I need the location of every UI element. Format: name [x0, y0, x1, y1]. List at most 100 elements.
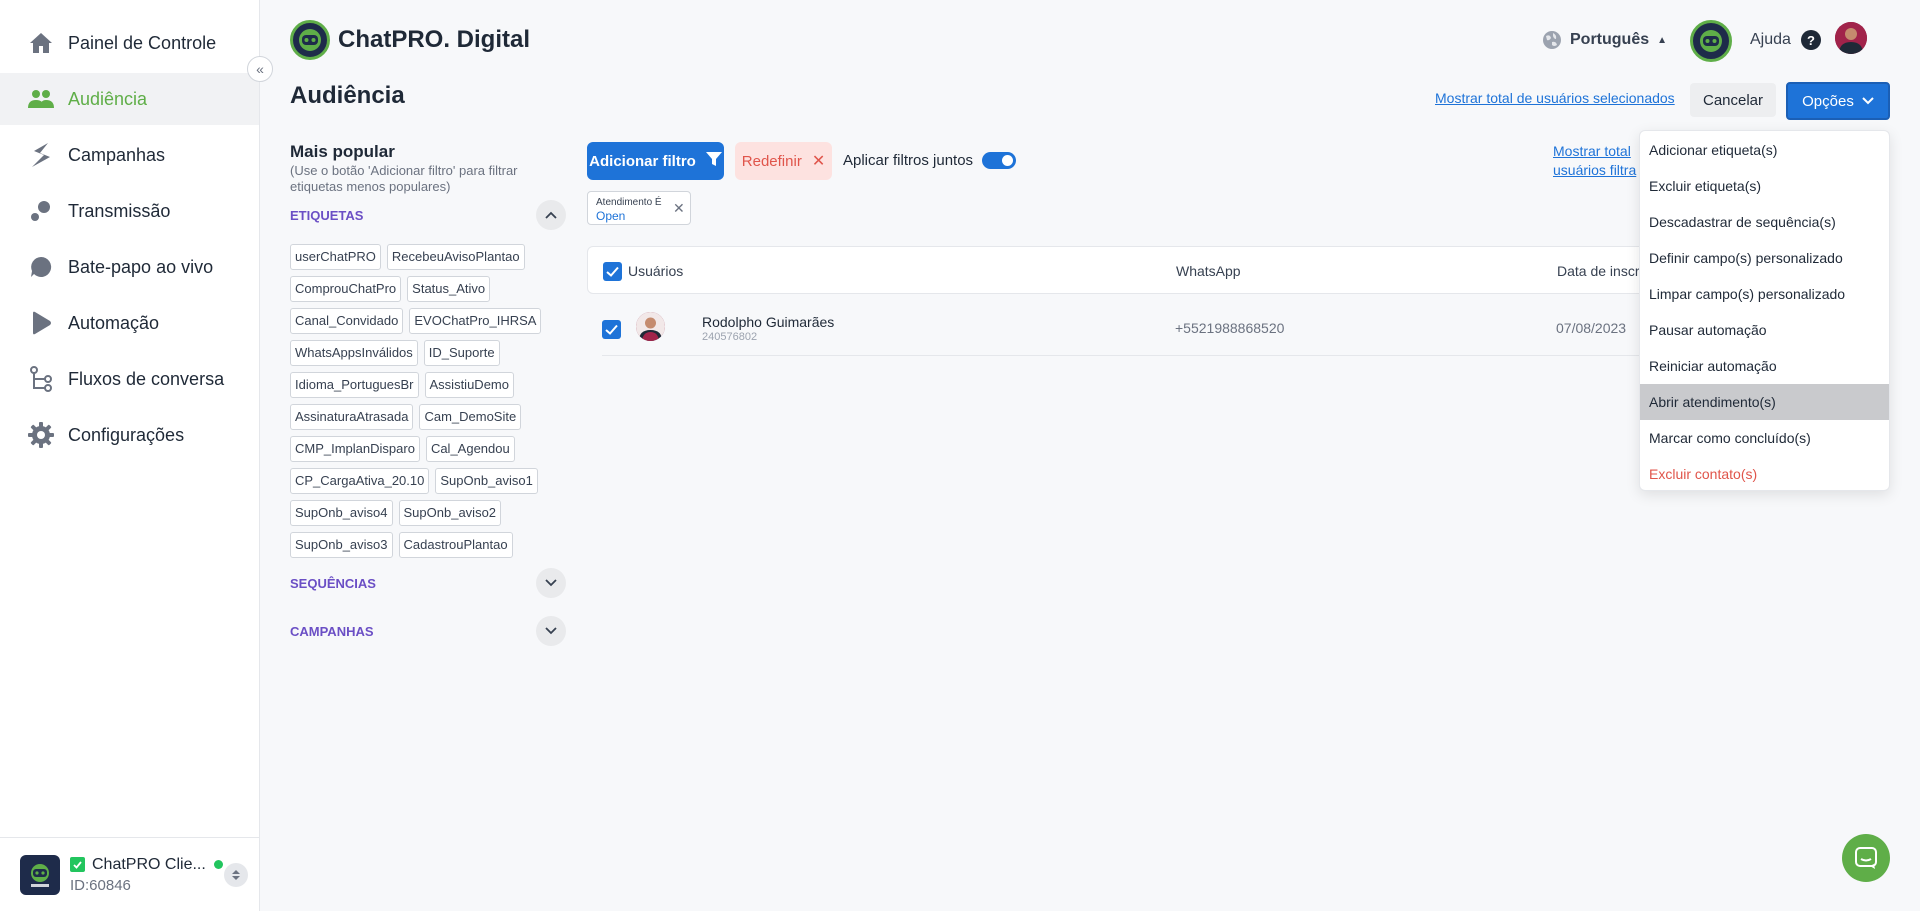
- filter-chip-label: Atendimento É: [596, 197, 662, 208]
- menu-item-add-tags[interactable]: Adicionar etiqueta(s): [1640, 132, 1889, 168]
- sidebar-item-label: Campanhas: [68, 144, 166, 165]
- sidebar-item-broadcast[interactable]: Transmissão: [0, 185, 259, 237]
- tag-chip[interactable]: EVOChatPro_IHRSA: [409, 308, 542, 334]
- tag-chip[interactable]: CP_CargaAtiva_20.10: [290, 468, 430, 494]
- campaigns-icon: [28, 142, 54, 168]
- show-selected-total-link[interactable]: Mostrar total de usuários selecionados: [1435, 90, 1675, 106]
- sidebar-item-flows[interactable]: Fluxos de conversa: [0, 353, 259, 405]
- tag-chip[interactable]: SupOnb_aviso4: [290, 500, 393, 526]
- chevron-down-icon: [1862, 94, 1874, 108]
- sidebar-item-audience[interactable]: Audiência: [0, 73, 259, 125]
- tag-chip[interactable]: ID_Suporte: [423, 340, 500, 366]
- tag-chip[interactable]: Cam_DemoSite: [419, 404, 522, 430]
- bot-avatar[interactable]: [1690, 20, 1732, 62]
- flow-icon: [28, 366, 54, 392]
- popular-title: Mais popular: [290, 142, 395, 161]
- collapse-sidebar-button[interactable]: «: [247, 56, 273, 82]
- row-user-id: 240576802: [702, 331, 758, 343]
- chevron-down-icon[interactable]: [536, 616, 566, 646]
- apply-together-toggle[interactable]: [982, 152, 1016, 169]
- tag-chip[interactable]: SupOnb_aviso1: [435, 468, 538, 494]
- sidebar: Painel de Controle Audiência Campanhas T…: [0, 0, 260, 911]
- sidebar-item-label: Audiência: [68, 88, 148, 109]
- tag-chip[interactable]: RecebeuAvisoPlantao: [386, 244, 525, 270]
- sidebar-item-label: Fluxos de conversa: [68, 368, 225, 389]
- users-icon: [28, 86, 54, 112]
- funnel-icon: [705, 151, 722, 171]
- tag-chip[interactable]: Idioma_PortuguesBr: [290, 372, 419, 398]
- remove-filter-icon[interactable]: ✕: [673, 200, 685, 217]
- broadcast-icon: [28, 198, 54, 224]
- tag-chip[interactable]: AssistiuDemo: [424, 372, 514, 398]
- menu-item-set-custom-field[interactable]: Definir campo(s) personalizado: [1640, 240, 1889, 276]
- options-button[interactable]: Opções: [1786, 82, 1890, 120]
- tag-chip[interactable]: WhatsAppsInválidos: [290, 340, 418, 366]
- switch-account-icon[interactable]: [224, 863, 248, 887]
- page-title: Audiência: [290, 82, 405, 109]
- brand-name: ChatPRO. Digital: [338, 26, 531, 53]
- account-logo: [20, 854, 60, 895]
- cancel-button[interactable]: Cancelar: [1690, 83, 1776, 117]
- tag-chip[interactable]: CMP_ImplanDisparo: [290, 436, 420, 462]
- avatar: [636, 312, 665, 341]
- tag-chip[interactable]: CadastrouPlantao: [398, 532, 513, 558]
- tag-chip[interactable]: Cal_Agendou: [425, 436, 515, 462]
- tag-chip[interactable]: ComprouChatPro: [290, 276, 402, 302]
- sidebar-item-dashboard[interactable]: Painel de Controle: [0, 17, 259, 69]
- show-filtered-total-link[interactable]: Mostrar total usuários filtra: [1553, 142, 1643, 180]
- options-label: Opções: [1802, 92, 1854, 110]
- row-checkbox[interactable]: [602, 320, 621, 339]
- sidebar-item-campaigns[interactable]: Campanhas: [0, 129, 259, 181]
- show-total-line-2: usuários filtra: [1553, 162, 1637, 178]
- section-tags-title: ETIQUETAS: [290, 208, 364, 223]
- caret-up-icon: ▲: [1657, 34, 1668, 46]
- row-date: 07/08/2023: [1556, 320, 1627, 336]
- brand: ChatPRO. Digital: [290, 20, 530, 60]
- menu-item-unsubscribe-sequence[interactable]: Descadastrar de sequência(s): [1640, 204, 1889, 240]
- verified-check-icon: [70, 857, 85, 872]
- chat-icon: [1854, 846, 1878, 870]
- add-filter-button[interactable]: Adicionar filtro: [587, 142, 724, 180]
- tag-chip[interactable]: Status_Ativo: [407, 276, 491, 302]
- table-header: Usuários WhatsApp Data de inscri: [587, 246, 1787, 294]
- tag-chip[interactable]: SupOnb_aviso2: [398, 500, 502, 526]
- user-avatar[interactable]: [1835, 22, 1867, 54]
- add-filter-label: Adicionar filtro: [589, 152, 696, 170]
- tag-chip[interactable]: SupOnb_aviso3: [290, 532, 393, 558]
- filter-chip-value: Open: [596, 209, 626, 223]
- header-users: Usuários: [628, 263, 684, 279]
- sidebar-item-automation[interactable]: Automação: [0, 297, 259, 349]
- account-switcher[interactable]: ChatPRO Clie... ID:60846: [0, 837, 259, 911]
- tag-chip[interactable]: userChatPRO: [290, 244, 381, 270]
- select-all-checkbox[interactable]: [603, 262, 622, 281]
- section-sequences-title: SEQUÊNCIAS: [290, 576, 376, 591]
- header-date: Data de inscri: [1557, 263, 1643, 279]
- tag-chip[interactable]: Canal_Convidado: [290, 308, 404, 334]
- menu-item-mark-done[interactable]: Marcar como concluído(s): [1640, 420, 1889, 456]
- apply-together-label: Aplicar filtros juntos: [843, 152, 974, 169]
- chevron-down-icon[interactable]: [536, 568, 566, 598]
- brand-logo-icon: [290, 20, 330, 60]
- help-link[interactable]: Ajuda ?: [1750, 30, 1821, 50]
- language-label: Português: [1570, 31, 1650, 48]
- tag-chip[interactable]: AssinaturaAtrasada: [290, 404, 414, 430]
- support-chat-button[interactable]: [1842, 834, 1890, 882]
- chevron-up-icon[interactable]: [536, 200, 566, 230]
- row-phone: +5521988868520: [1175, 320, 1285, 336]
- reset-button[interactable]: Redefinir ✕: [735, 142, 832, 180]
- account-name: ChatPRO Clie...: [92, 855, 206, 873]
- play-icon: [28, 310, 54, 336]
- online-status-dot: [213, 860, 223, 869]
- menu-item-clear-custom-field[interactable]: Limpar campo(s) personalizado: [1640, 276, 1889, 312]
- sidebar-item-live-chat[interactable]: Bate-papo ao vivo: [0, 241, 259, 293]
- menu-item-restart-automation[interactable]: Reiniciar automação: [1640, 348, 1889, 384]
- menu-item-remove-tags[interactable]: Excluir etiqueta(s): [1640, 168, 1889, 204]
- active-filter-chip[interactable]: Atendimento É Open ✕: [587, 191, 691, 225]
- menu-item-open-ticket[interactable]: Abrir atendimento(s): [1640, 384, 1889, 420]
- menu-item-delete-contacts[interactable]: Excluir contato(s): [1640, 456, 1889, 492]
- sidebar-item-settings[interactable]: Configurações: [0, 409, 259, 461]
- language-selector[interactable]: Português ▲: [1542, 30, 1667, 50]
- menu-item-pause-automation[interactable]: Pausar automação: [1640, 312, 1889, 348]
- header-whatsapp: WhatsApp: [1176, 263, 1241, 279]
- table-row[interactable]: Rodolpho Guimarães 240576802 +5521988868…: [602, 304, 1787, 356]
